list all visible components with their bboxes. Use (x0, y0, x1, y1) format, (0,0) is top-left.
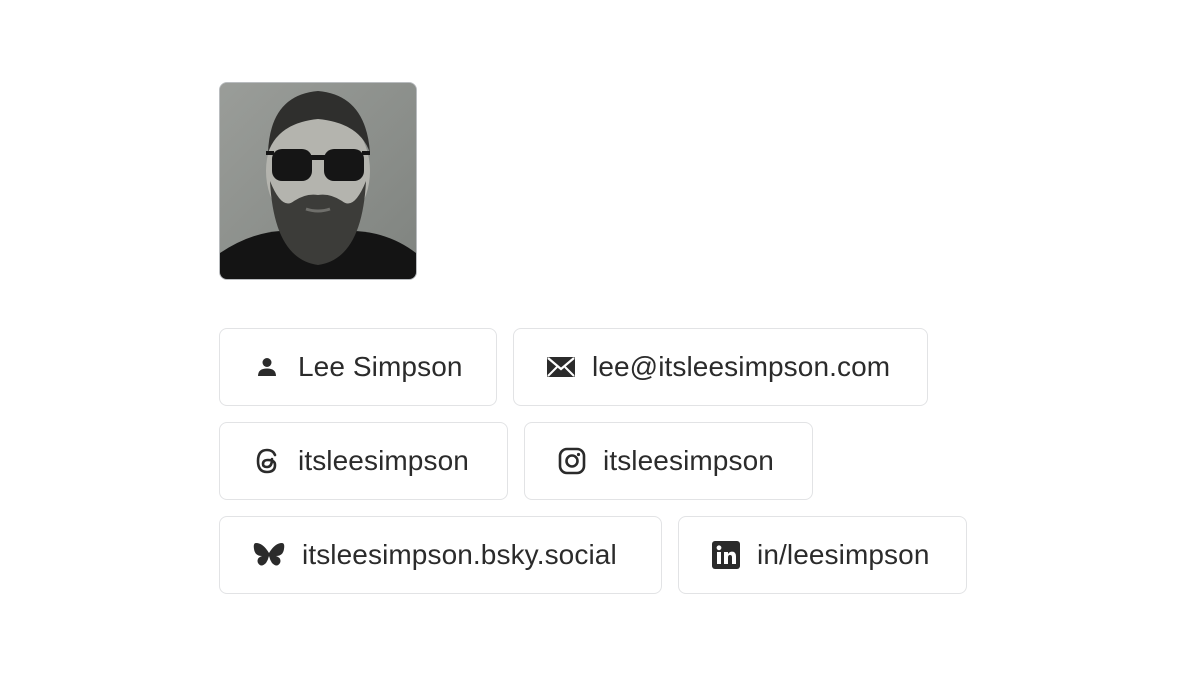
links-row: itsleesimpson.bsky.social in/leesimpson (219, 516, 979, 594)
avatar (219, 82, 417, 280)
links-row: Lee Simpson lee@itsleesimpson.com (219, 328, 979, 406)
profile-card: Lee Simpson lee@itsleesimpson.com itslee… (219, 82, 979, 594)
threads-icon (252, 446, 282, 476)
contact-links: Lee Simpson lee@itsleesimpson.com itslee… (219, 328, 979, 594)
name-link[interactable]: Lee Simpson (219, 328, 497, 406)
threads-label: itsleesimpson (298, 445, 469, 476)
person-icon (252, 352, 282, 382)
bluesky-link[interactable]: itsleesimpson.bsky.social (219, 516, 662, 594)
linkedin-label: in/leesimpson (757, 539, 930, 570)
email-label: lee@itsleesimpson.com (592, 351, 891, 382)
avatar-photo (220, 83, 416, 279)
mail-icon (546, 352, 576, 382)
instagram-link[interactable]: itsleesimpson (524, 422, 813, 500)
name-label: Lee Simpson (298, 351, 463, 382)
linkedin-link[interactable]: in/leesimpson (678, 516, 967, 594)
threads-link[interactable]: itsleesimpson (219, 422, 508, 500)
instagram-label: itsleesimpson (603, 445, 774, 476)
linkedin-icon (711, 540, 741, 570)
bluesky-label: itsleesimpson.bsky.social (302, 539, 617, 570)
bluesky-butterfly-icon (252, 540, 286, 570)
email-link[interactable]: lee@itsleesimpson.com (513, 328, 928, 406)
instagram-icon (557, 446, 587, 476)
links-row: itsleesimpson itsleesimpson (219, 422, 979, 500)
